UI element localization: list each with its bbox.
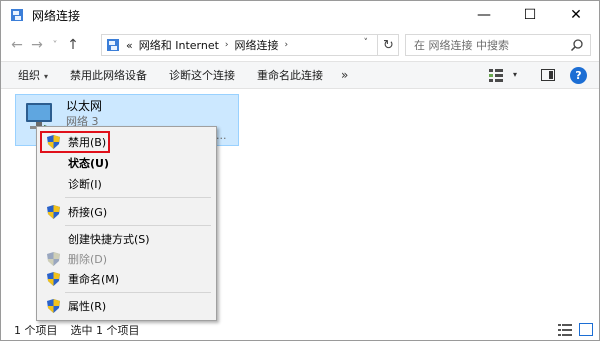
menu-item-label: 删除(D) (68, 253, 108, 266)
window-title: 网络连接 (32, 8, 81, 23)
preview-pane-icon[interactable] (541, 69, 555, 81)
details-view-icon[interactable] (558, 324, 572, 336)
breadcrumb-separator[interactable]: › (225, 40, 229, 50)
chevron-down-icon: ▾ (44, 72, 49, 81)
address-bar[interactable]: « 网络和 Internet › 网络连接 › ˅ (101, 34, 399, 56)
menu-item-rename[interactable]: 重命名(M) (37, 269, 216, 289)
shield-icon (47, 135, 60, 149)
menu-item-label: 诊断(I) (68, 178, 102, 191)
network-folder-icon (10, 8, 24, 22)
network-folder-icon (106, 38, 120, 52)
minimize-button[interactable]: — (461, 1, 507, 29)
menu-item-status[interactable]: 状态(U) (37, 153, 216, 173)
command-bar: 组织 ▾ 禁用此网络设备 诊断这个连接 重命名此连接 » ▾ ? (1, 61, 599, 89)
forward-button[interactable]: → (27, 34, 47, 56)
more-commands-button[interactable]: » (341, 68, 348, 82)
menu-item-diagnose[interactable]: 诊断(I) (37, 174, 216, 194)
diagnose-connection-button[interactable]: 诊断这个连接 (169, 67, 235, 83)
status-bar: 1 个项目 选中 1 个项目 (1, 320, 599, 340)
breadcrumb-item-network-connections[interactable]: 网络连接 (235, 37, 279, 53)
explorer-window: 网络连接 — ☐ ✕ ← → ˅ ↑ « 网络和 Internet › 网络连接… (0, 0, 600, 341)
breadcrumb-item-network-internet[interactable]: 网络和 Internet (139, 37, 219, 53)
connection-name: 以太网 (66, 99, 103, 113)
menu-item-label: 属性(R) (68, 300, 107, 313)
menu-item-label: 重命名(M) (68, 273, 120, 286)
menu-item-bridge[interactable]: 桥接(G) (37, 202, 216, 222)
close-button[interactable]: ✕ (553, 1, 599, 29)
menu-item-label: 禁用(B) (68, 136, 107, 149)
menu-item-disable[interactable]: 禁用(B) (37, 132, 216, 152)
menu-separator (65, 197, 211, 198)
item-count: 1 个项目 (14, 324, 58, 337)
search-input[interactable]: 在 网络连接 中搜索 (405, 34, 591, 56)
address-dropdown-button[interactable]: ˅ (364, 38, 369, 48)
menu-separator (65, 292, 211, 293)
maximize-button[interactable]: ☐ (507, 1, 553, 29)
back-button[interactable]: ← (7, 34, 27, 56)
menu-item-delete: 删除(D) (37, 249, 216, 269)
help-icon[interactable]: ? (570, 67, 587, 84)
disable-device-button[interactable]: 禁用此网络设备 (70, 67, 147, 83)
connection-device: ... (216, 129, 227, 142)
chevron-down-icon[interactable]: ▾ (513, 70, 517, 79)
menu-item-properties[interactable]: 属性(R) (37, 296, 216, 316)
organize-menu-button[interactable]: 组织 ▾ (18, 67, 48, 83)
window-controls: — ☐ ✕ (461, 1, 599, 29)
menu-separator (65, 225, 211, 226)
search-placeholder: 在 网络连接 中搜索 (414, 39, 509, 52)
refresh-button[interactable]: ↻ (377, 34, 399, 56)
shield-icon (47, 272, 60, 286)
navigation-bar: ← → ˅ ↑ « 网络和 Internet › 网络连接 › ˅ ↻ 在 网络… (1, 30, 599, 60)
shield-icon (47, 299, 60, 313)
rename-connection-button[interactable]: 重命名此连接 (257, 67, 323, 83)
menu-item-label: 创建快捷方式(S) (68, 233, 150, 246)
view-options-icon[interactable] (489, 69, 503, 82)
menu-item-label: 状态(U) (68, 157, 109, 170)
organize-label: 组织 (18, 69, 40, 82)
recent-locations-button[interactable]: ˅ (47, 34, 63, 56)
breadcrumb-prefix[interactable]: « (126, 39, 133, 52)
shield-icon (47, 252, 60, 266)
breadcrumb-separator[interactable]: › (285, 40, 289, 50)
shield-icon (47, 205, 60, 219)
context-menu: 禁用(B) 状态(U) 诊断(I) 桥接(G) 创建快捷方式(S) 删除(D) (36, 126, 217, 321)
selected-count: 选中 1 个项目 (70, 324, 140, 337)
title-bar: 网络连接 — ☐ ✕ (1, 1, 599, 29)
search-icon (570, 38, 584, 52)
tiles-view-icon[interactable] (579, 323, 593, 336)
menu-item-create-shortcut[interactable]: 创建快捷方式(S) (37, 229, 216, 249)
up-button[interactable]: ↑ (63, 34, 83, 56)
menu-item-label: 桥接(G) (68, 206, 108, 219)
